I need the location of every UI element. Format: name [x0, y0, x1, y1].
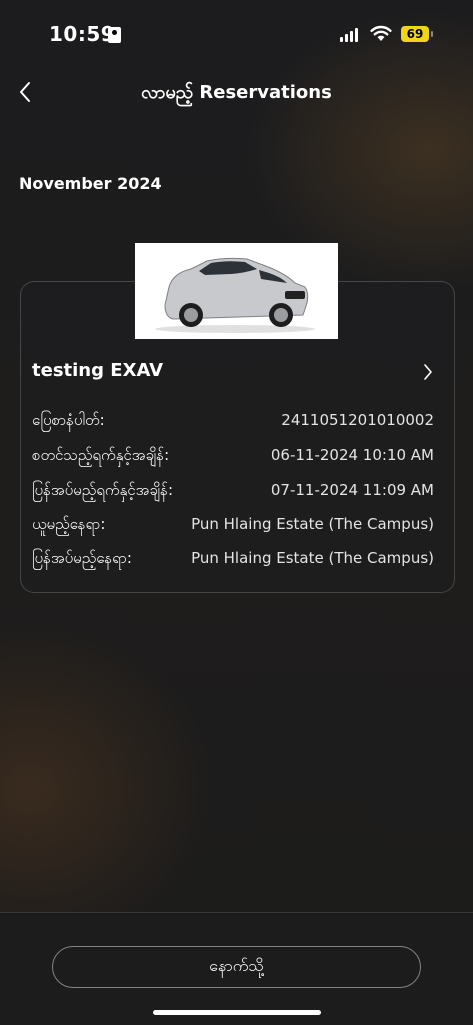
return-location-label: ပြန်အပ်မည့်နေရာ: [32, 549, 132, 567]
battery-level: 69 [406, 27, 424, 41]
start-datetime-label: စတင်သည့်ရက်နှင့်အချိန်: [32, 446, 170, 464]
top-nav-bar: လာမည့် Reservations [0, 70, 473, 116]
start-datetime-row: စတင်သည့်ရက်နှင့်အချိန်: 06-11-2024 10:10… [32, 446, 434, 468]
receipt-number-label: ပြေစာနံပါတ်: [32, 411, 105, 429]
status-bar: 10:59 69 [0, 0, 473, 70]
battery-icon: 69 [401, 26, 429, 42]
chevron-right-icon[interactable] [420, 360, 436, 384]
battery-tip [431, 31, 433, 37]
cellular-signal-icon [340, 28, 358, 42]
return-datetime-label: ပြန်အပ်မည့်ရက်နှင့်အချိန်: [32, 481, 173, 499]
id-card-icon [108, 27, 121, 43]
return-datetime-row: ပြန်အပ်မည့်ရက်နှင့်အချိန်: 07-11-2024 11… [32, 481, 434, 503]
return-location-row: ပြန်အပ်မည့်နေရာ: Pun Hlaing Estate (The … [32, 549, 434, 571]
page-title: လာမည့် Reservations [141, 82, 332, 103]
car-image [135, 243, 338, 339]
home-indicator [153, 1010, 321, 1015]
receipt-number-value: 2411051201010002 [281, 411, 434, 429]
receipt-number-row: ပြေစာနံပါတ်: 2411051201010002 [32, 411, 434, 433]
car-name: testing EXAV [32, 360, 164, 381]
pickup-location-value: Pun Hlaing Estate (The Campus) [191, 515, 434, 533]
wifi-icon [370, 25, 392, 41]
back-button[interactable]: နောက်သို့ [52, 946, 421, 988]
start-datetime-value: 06-11-2024 10:10 AM [270, 446, 434, 464]
return-datetime-value: 07-11-2024 11:09 AM [270, 481, 434, 499]
pickup-location-row: ယူမည့်နေရာ: Pun Hlaing Estate (The Campu… [32, 515, 434, 537]
car-illustration [155, 257, 315, 333]
return-location-value: Pun Hlaing Estate (The Campus) [191, 549, 434, 567]
pickup-location-label: ယူမည့်နေရာ: [32, 515, 106, 533]
status-time: 10:59 [49, 22, 116, 46]
month-heading: November 2024 [19, 174, 162, 193]
